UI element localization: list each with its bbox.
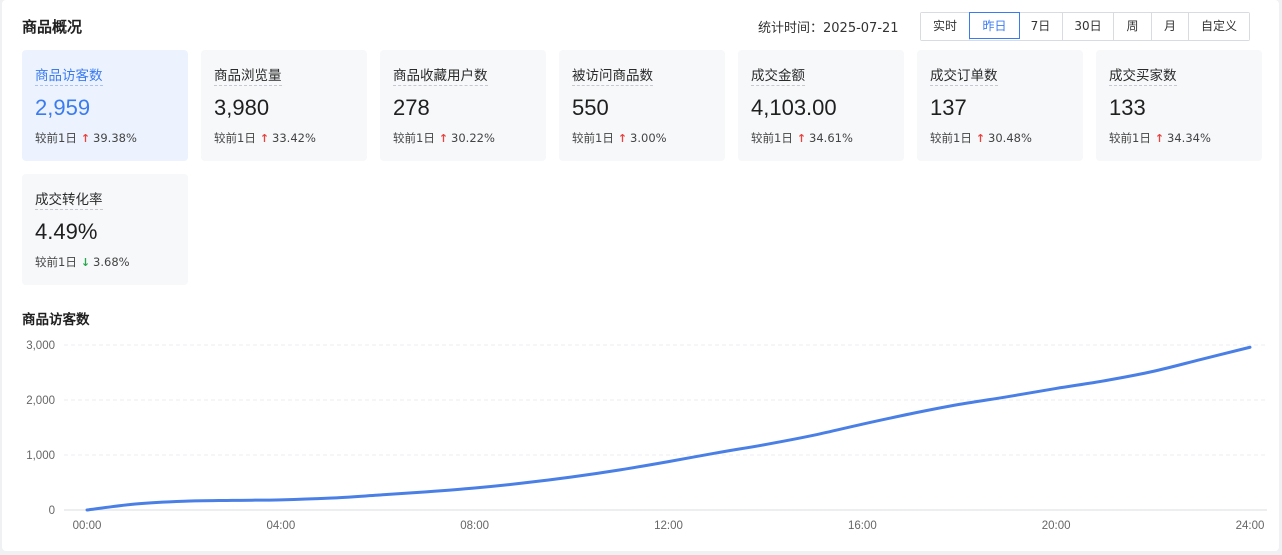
tab-week-button[interactable]: 周	[1114, 13, 1152, 40]
metric-value: 550	[572, 95, 609, 120]
page-title: 商品概况	[22, 18, 83, 36]
metric-compare: 较前1日 ↑ 3.00%	[572, 130, 725, 146]
arrow-up-icon: ↑	[259, 131, 270, 145]
time-range-selector: 实时 昨日 7日 30日周月自定义	[920, 12, 1250, 41]
metric-compare: 较前1日 ↑ 33.42%	[214, 130, 367, 146]
compare-label: 较前1日	[572, 131, 614, 145]
change-value: 30.22%	[451, 131, 495, 145]
change-value: 39.38%	[93, 131, 137, 145]
compare-label: 较前1日	[751, 131, 793, 145]
y-tick-label: 2,000	[26, 395, 55, 407]
y-tick-label: 1,000	[26, 450, 55, 462]
tab-7d-button[interactable]: 7日	[1019, 13, 1063, 40]
metric-compare: 较前1日 ↑ 34.34%	[1109, 130, 1262, 146]
chart-title: 商品访客数	[22, 312, 90, 328]
metric-card[interactable]: 商品收藏用户数 278 较前1日 ↑ 30.22%	[380, 50, 546, 161]
change-value: 33.42%	[272, 131, 316, 145]
metric-value: 4,103.00	[751, 95, 837, 120]
y-tick-label: 3,000	[26, 340, 55, 352]
metric-value: 4.49%	[35, 219, 98, 244]
metric-card[interactable]: 成交金额 4,103.00 较前1日 ↑ 34.61%	[738, 50, 904, 161]
metric-label: 成交金额	[751, 64, 805, 86]
metric-label: 成交转化率	[35, 188, 103, 210]
metric-card[interactable]: 商品访客数 2,959 较前1日 ↑ 39.38%	[22, 50, 188, 161]
arrow-up-icon: ↑	[438, 131, 449, 145]
x-tick-label: 16:00	[848, 520, 877, 530]
compare-label: 较前1日	[1109, 131, 1151, 145]
metric-value: 3,980	[214, 95, 270, 120]
compare-label: 较前1日	[214, 131, 256, 145]
metric-value: 133	[1109, 95, 1146, 120]
visitor-line-chart: 0 1,000 2,000 3,000 00:00 04:00 08:00 12:00 16:0…	[26, 340, 1267, 530]
metric-value: 278	[393, 95, 430, 120]
metric-card[interactable]: 成交转化率 4.49% 较前1日 ↓ 3.68%	[22, 174, 188, 285]
arrow-up-icon: ↑	[975, 131, 986, 145]
y-tick-label: 0	[49, 505, 55, 517]
metric-compare: 较前1日 ↑ 39.38%	[35, 130, 188, 146]
visitor-series-line	[85, 345, 1252, 512]
metric-compare: 较前1日 ↑ 30.22%	[393, 130, 546, 146]
arrow-up-icon: ↑	[796, 131, 807, 145]
compare-label: 较前1日	[393, 131, 435, 145]
tab-realtime-button[interactable]: 实时	[921, 13, 970, 40]
x-tick-label: 20:00	[1042, 520, 1071, 530]
metric-compare: 较前1日 ↑ 30.48%	[930, 130, 1083, 146]
x-tick-label: 04:00	[266, 520, 295, 530]
metric-card[interactable]: 成交买家数 133 较前1日 ↑ 34.34%	[1096, 50, 1262, 161]
metric-label: 成交订单数	[930, 64, 998, 86]
metric-card[interactable]: 被访问商品数 550 较前1日 ↑ 3.00%	[559, 50, 725, 161]
tab-yesterday-button[interactable]: 昨日	[969, 12, 1020, 39]
tab-30d-button[interactable]: 30日	[1063, 13, 1114, 40]
change-value: 3.68%	[93, 255, 130, 269]
metric-value: 137	[930, 95, 967, 120]
metric-label: 商品访客数	[35, 64, 103, 86]
tab-month-button[interactable]: 月	[1152, 13, 1189, 40]
x-tick-label: 12:00	[654, 520, 683, 530]
compare-label: 较前1日	[930, 131, 972, 145]
metric-compare: 较前1日 ↑ 34.61%	[751, 130, 904, 146]
x-tick-label: 08:00	[460, 520, 489, 530]
metric-card[interactable]: 成交订单数 137 较前1日 ↑ 30.48%	[917, 50, 1083, 161]
x-tick-label: 24:00	[1236, 520, 1265, 530]
arrow-down-icon: ↓	[80, 255, 91, 269]
tab-custom-button[interactable]: 自定义	[1189, 13, 1249, 40]
change-value: 3.00%	[630, 131, 667, 145]
arrow-up-icon: ↑	[1154, 131, 1165, 145]
stat-time-label: 统计时间：2025-07-21	[758, 21, 899, 36]
compare-label: 较前1日	[35, 131, 77, 145]
x-tick-label: 00:00	[73, 520, 102, 530]
metric-label: 商品浏览量	[214, 64, 282, 86]
overview-panel: 商品概况 统计时间：2025-07-21 实时 昨日 7日 30日周月自定义 商品访客…	[2, 0, 1279, 551]
arrow-up-icon: ↑	[617, 131, 628, 145]
compare-label: 较前1日	[35, 255, 77, 269]
metric-card[interactable]: 商品浏览量 3,980 较前1日 ↑ 33.42%	[201, 50, 367, 161]
change-value: 34.61%	[809, 131, 853, 145]
metric-compare: 较前1日 ↓ 3.68%	[35, 254, 188, 270]
metric-label: 成交买家数	[1109, 64, 1177, 86]
change-value: 34.34%	[1167, 131, 1211, 145]
arrow-up-icon: ↑	[80, 131, 91, 145]
metric-label: 商品收藏用户数	[393, 64, 488, 86]
change-value: 30.48%	[988, 131, 1032, 145]
metric-label: 被访问商品数	[572, 64, 653, 86]
metric-value: 2,959	[35, 95, 91, 120]
